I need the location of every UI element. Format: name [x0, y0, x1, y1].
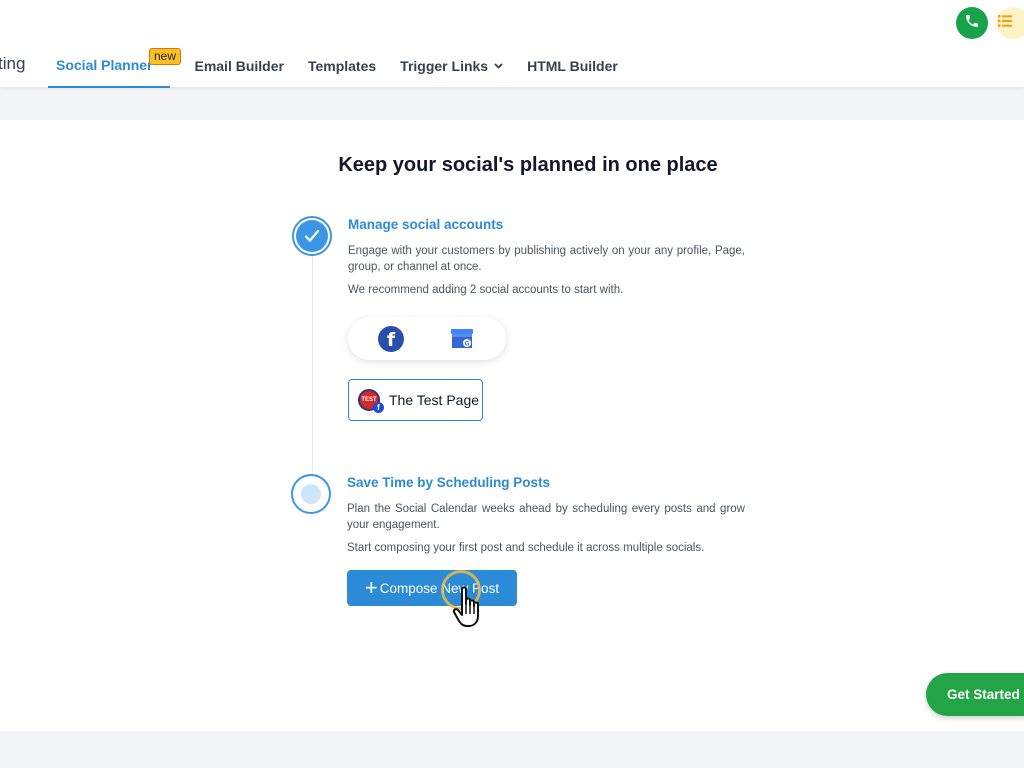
phone-icon: [964, 13, 980, 34]
step-title-scheduling: Save Time by Scheduling Posts: [347, 475, 551, 490]
get-started-button[interactable]: Get Started: [926, 673, 1024, 716]
call-button[interactable]: [956, 7, 988, 39]
page-title: Keep your social's planned in one place: [338, 154, 718, 176]
top-navigation-bar: ting Social Planner new Email Builder Te…: [0, 0, 1024, 88]
step-note: Start composing your first post and sche…: [347, 542, 705, 554]
tab-social-planner[interactable]: Social Planner new: [48, 44, 182, 88]
tab-html-builder[interactable]: HTML Builder: [519, 44, 626, 88]
plus-icon: +: [364, 575, 378, 600]
connected-page-chip[interactable]: TEST f The Test Page: [348, 379, 483, 421]
step-title-manage-accounts: Manage social accounts: [348, 217, 504, 232]
sub-navigation: Social Planner new Email Builder Templat…: [48, 44, 634, 88]
step-description: Engage with your customers by publishing…: [348, 245, 745, 273]
nav-item-truncated[interactable]: ting: [0, 54, 25, 74]
new-badge: new: [149, 48, 182, 65]
list-icon: [998, 14, 1012, 32]
facebook-icon[interactable]: f: [378, 326, 404, 352]
timeline-connector: [312, 256, 313, 474]
tab-email-builder[interactable]: Email Builder: [186, 44, 291, 88]
tab-templates-label: Templates: [307, 58, 377, 74]
step-description: Plan the Social Calendar weeks ahead by …: [347, 503, 745, 531]
step-complete-indicator: [292, 216, 332, 256]
tab-social-planner-label: Social Planner: [56, 57, 153, 73]
tab-trigger-links-label: Trigger Links: [400, 58, 489, 74]
google-business-icon[interactable]: G: [450, 326, 474, 350]
step-current-indicator: [291, 474, 331, 514]
social-planner-onboarding-card: Keep your social's planned in one place …: [0, 120, 1024, 731]
tab-email-builder-label: Email Builder: [194, 58, 284, 74]
tab-templates[interactable]: Templates: [300, 44, 384, 88]
check-icon: [296, 220, 328, 252]
chevron-down-icon: [494, 61, 503, 72]
step-note: We recommend adding 2 social accounts to…: [348, 284, 624, 296]
connected-page-name: The Test Page: [389, 392, 480, 408]
hand-cursor-icon: [452, 586, 492, 630]
svg-text:G: G: [465, 341, 470, 348]
tab-trigger-links[interactable]: Trigger Links: [392, 44, 511, 88]
circle-icon: [301, 484, 321, 504]
tab-html-builder-label: HTML Builder: [527, 58, 618, 74]
facebook-badge-icon: f: [373, 402, 384, 413]
social-account-options: f G: [348, 317, 506, 360]
task-list-button[interactable]: [996, 7, 1024, 39]
